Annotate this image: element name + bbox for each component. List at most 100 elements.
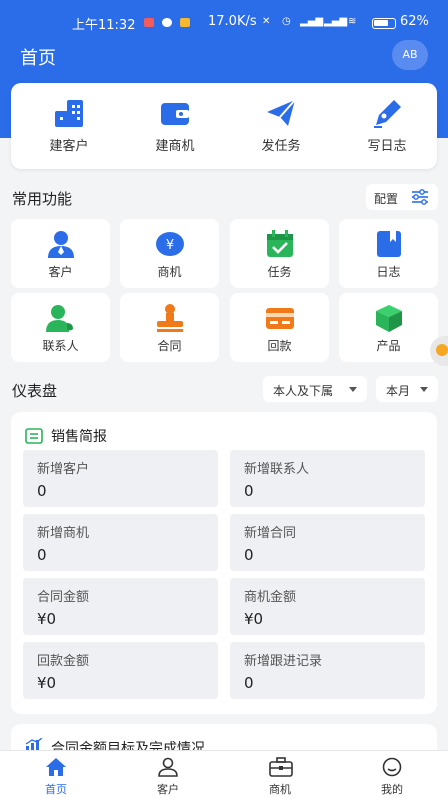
stat-label: 新增跟进记录	[244, 654, 323, 669]
stat-value: ¥0	[37, 674, 57, 692]
tab-label: 首页	[45, 783, 67, 796]
period-dropdown[interactable]: 本月	[376, 376, 438, 402]
paper-plane-icon	[267, 99, 296, 126]
scope-value: 本人及下属	[273, 384, 334, 398]
function-task[interactable]: 任务	[230, 219, 329, 288]
sliders-icon	[412, 189, 428, 205]
wifi-icon: ≋	[348, 16, 357, 27]
status-bar: 上午11:32 17.0K/s ✕ ◷ ▂▄▆ ▂▄▆ ≋ 62%	[0, 14, 448, 34]
notification-icon	[180, 18, 191, 27]
section-title-common: 常用功能	[12, 190, 73, 208]
function-label: 回款	[267, 339, 292, 353]
stat-label: 新增客户	[37, 462, 90, 477]
stat-label: 新增合同	[244, 526, 297, 541]
home-icon	[46, 758, 66, 776]
period-value: 本月	[386, 384, 411, 398]
section-title-dashboard: 仪表盘	[12, 382, 58, 400]
stat-new-opportunities[interactable]: 新增商机 0	[23, 514, 218, 571]
stat-value: 0	[244, 482, 254, 500]
stat-value: 0	[244, 546, 254, 564]
tab-opportunities[interactable]: 商机	[224, 751, 336, 798]
function-payment[interactable]: 回款	[230, 293, 329, 362]
notebook-icon	[377, 231, 401, 257]
quick-action-send-task[interactable]: 发任务	[228, 83, 334, 169]
function-contract[interactable]: 合同	[120, 293, 219, 362]
stat-new-customers[interactable]: 新增客户 0	[23, 450, 218, 507]
function-customer[interactable]: 客户	[11, 219, 110, 288]
quick-action-new-opportunity[interactable]: 建商机	[122, 83, 228, 169]
quick-action-label: 发任务	[261, 139, 301, 154]
function-label: 任务	[267, 265, 292, 279]
function-label: 商机	[157, 265, 182, 279]
stat-contract-amount[interactable]: 合同金额 ¥0	[23, 578, 218, 635]
notification-icon	[162, 18, 173, 27]
cube-icon	[376, 305, 402, 332]
function-opportunity[interactable]: ¥ 商机	[120, 219, 219, 288]
page-title: 首页	[20, 48, 56, 69]
stat-value: ¥0	[37, 610, 57, 628]
signal-icon: ▂▄▆	[324, 16, 348, 27]
signal-icon: ▂▄▆	[300, 16, 324, 27]
function-label: 产品	[376, 339, 401, 353]
quick-action-label: 建客户	[49, 139, 89, 154]
tab-label: 客户	[157, 783, 179, 796]
function-label: 联系人	[42, 339, 79, 353]
stat-new-contacts[interactable]: 新增联系人 0	[230, 450, 425, 507]
customer-icon	[48, 231, 74, 258]
function-contact[interactable]: 联系人	[11, 293, 110, 362]
stat-label: 新增商机	[37, 526, 90, 541]
stat-value: 0	[244, 674, 254, 692]
float-icon	[436, 344, 448, 356]
stat-opportunity-amount[interactable]: 商机金额 ¥0	[230, 578, 425, 635]
tab-label: 商机	[269, 783, 291, 796]
yen-coin-icon: ¥	[156, 232, 184, 256]
contact-phone-icon	[46, 305, 73, 332]
quick-action-write-log[interactable]: 写日志	[334, 83, 440, 169]
notification-icon	[144, 18, 154, 27]
tab-customers[interactable]: 客户	[112, 751, 224, 798]
report-icon	[25, 428, 43, 444]
stat-value: 0	[37, 546, 47, 564]
quick-action-label: 建商机	[155, 139, 195, 154]
sales-brief-title: 销售简报	[51, 429, 107, 445]
quick-action-new-customer[interactable]: 建客户	[16, 83, 122, 169]
function-log[interactable]: 日志	[339, 219, 438, 288]
config-button[interactable]: 配置	[366, 184, 438, 210]
battery-level: 62%	[400, 14, 429, 29]
tab-label: 我的	[381, 783, 403, 796]
stat-value: ¥0	[244, 610, 264, 628]
chevron-down-icon	[349, 387, 357, 392]
stamp-icon	[157, 304, 183, 332]
battery-icon	[372, 18, 396, 29]
config-label: 配置	[374, 192, 399, 206]
smiley-icon	[382, 757, 402, 777]
quick-actions-card: 建客户 建商机 发任务 写日志	[11, 83, 437, 169]
alarm-icon: ◷	[282, 16, 291, 27]
building-icon	[55, 100, 83, 127]
function-product[interactable]: 产品	[339, 293, 438, 362]
stat-payment-amount[interactable]: 回款金额 ¥0	[23, 642, 218, 699]
card-icon	[266, 308, 294, 329]
stat-label: 回款金额	[37, 654, 90, 669]
pen-icon	[374, 100, 401, 128]
svg-text:¥: ¥	[166, 238, 174, 253]
scope-dropdown[interactable]: 本人及下属	[263, 376, 367, 402]
tab-home[interactable]: 首页	[0, 751, 112, 798]
stat-new-contracts[interactable]: 新增合同 0	[230, 514, 425, 571]
quick-action-label: 写日志	[367, 139, 407, 154]
function-label: 客户	[48, 265, 73, 279]
status-time: 上午11:32	[72, 18, 136, 33]
notification-icons	[140, 15, 191, 30]
function-label: 日志	[376, 265, 401, 279]
stat-label: 合同金额	[37, 590, 90, 605]
stat-label: 商机金额	[244, 590, 297, 605]
tab-me[interactable]: 我的	[336, 751, 448, 798]
mute-icon: ✕	[262, 16, 271, 27]
function-label: 合同	[157, 339, 182, 353]
calendar-check-icon	[267, 230, 293, 257]
stat-new-followups[interactable]: 新增跟进记录 0	[230, 642, 425, 699]
avatar[interactable]: AB	[392, 40, 428, 70]
chevron-down-icon	[420, 387, 428, 392]
stat-label: 新增联系人	[244, 462, 310, 477]
sales-brief-card: 销售简报 新增客户 0 新增联系人 0 新增商机 0 新增合同 0 合同金额 ¥…	[11, 412, 437, 714]
